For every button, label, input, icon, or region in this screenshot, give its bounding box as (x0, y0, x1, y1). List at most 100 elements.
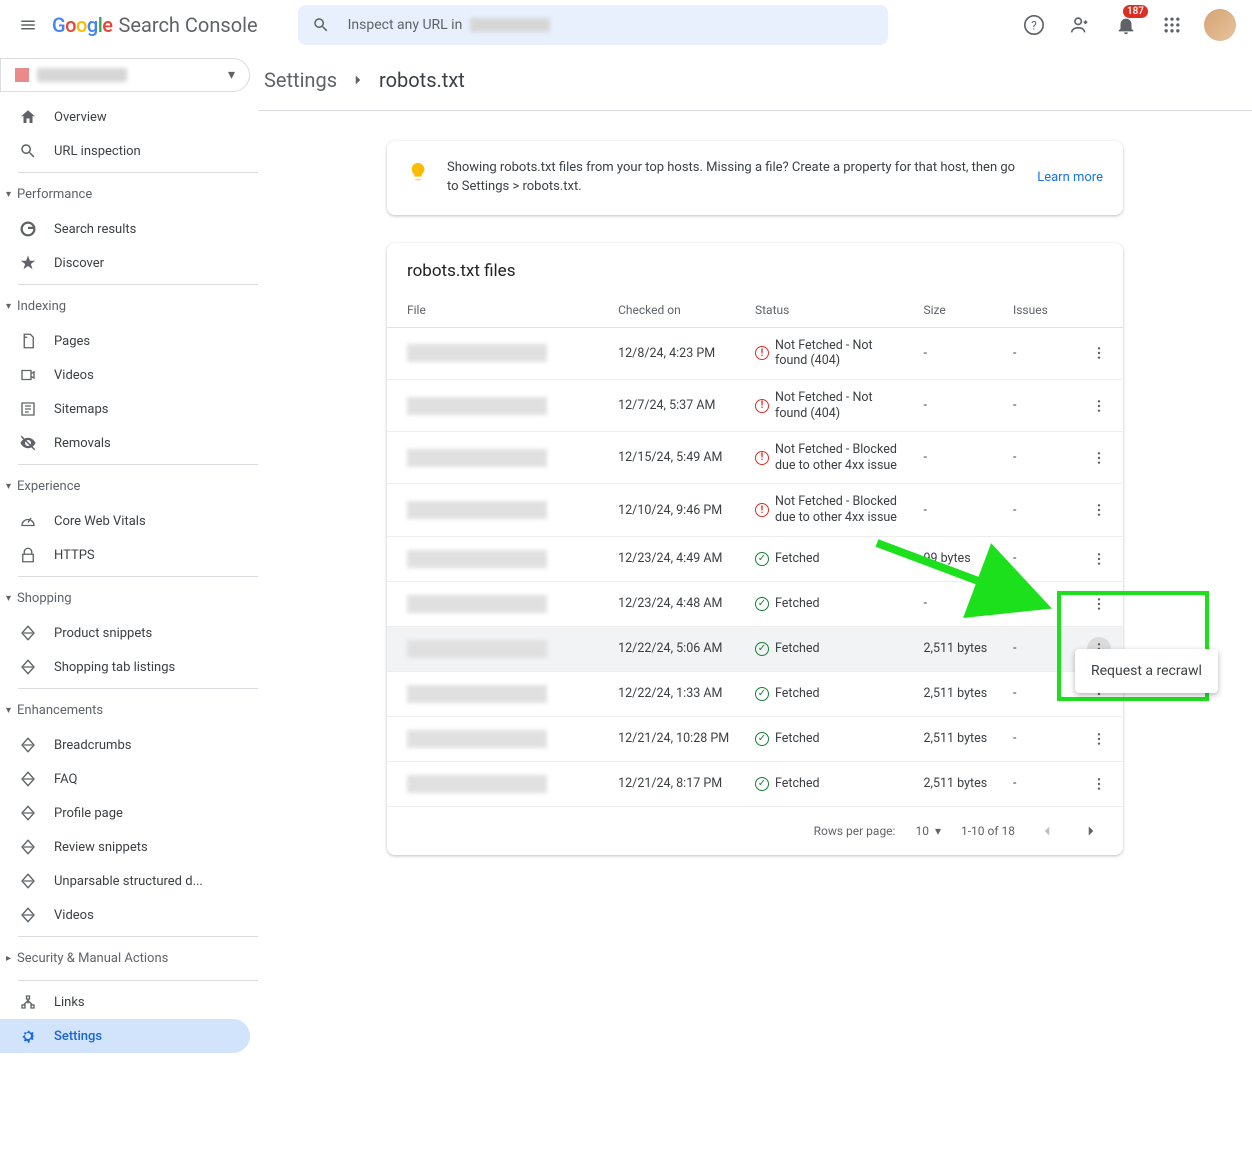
cell-status: ✓Fetched (755, 776, 903, 792)
hamburger-icon (19, 16, 37, 34)
nav-item-label: Links (54, 995, 85, 1010)
more-vert-icon (1091, 398, 1107, 414)
nav-item-label: Search results (54, 222, 136, 237)
nav-item-label: Overview (54, 110, 107, 125)
nav-item-profile-page[interactable]: Profile page (0, 796, 250, 830)
nav-item-label: Shopping tab listings (54, 660, 175, 675)
url-inspect-search[interactable]: Inspect any URL in (298, 5, 888, 45)
next-page[interactable] (1079, 819, 1103, 843)
nav-section-shopping[interactable]: ▾Shopping (0, 581, 258, 616)
redacted-file (407, 550, 547, 568)
pagination: Rows per page: 10 ▾ 1-10 of 18 (387, 807, 1123, 855)
sitemap-icon (18, 400, 38, 418)
cell-issues: - (1003, 671, 1077, 716)
row-more-button[interactable] (1087, 772, 1111, 796)
table-row[interactable]: 12/23/24, 4:48 AM✓Fetched-- (387, 581, 1123, 626)
col-size[interactable]: Size (913, 293, 1002, 328)
col-file[interactable]: File (387, 293, 608, 328)
diamond-icon (18, 906, 38, 924)
row-more-button[interactable] (1087, 547, 1111, 571)
cell-checked: 12/22/24, 1:33 AM (608, 671, 745, 716)
table-row[interactable]: 12/22/24, 1:33 AM✓Fetched2,511 bytes- (387, 671, 1123, 716)
apps-button[interactable] (1158, 11, 1186, 39)
rows-per-page-select[interactable]: 10 ▾ (915, 824, 941, 838)
learn-more-link[interactable]: Learn more (1037, 170, 1103, 185)
nav-item-removals[interactable]: Removals (0, 426, 250, 460)
logo[interactable]: Google Search Console (52, 13, 258, 37)
nav-item-https[interactable]: HTTPS (0, 538, 250, 572)
table-row[interactable]: 12/21/24, 10:28 PM✓Fetched2,511 bytes- (387, 716, 1123, 761)
nav-item-label: Core Web Vitals (54, 514, 146, 529)
nav-item-label: Profile page (54, 806, 123, 821)
nav-item-videos[interactable]: Videos (0, 898, 250, 932)
nav-item-product-snippets[interactable]: Product snippets (0, 616, 250, 650)
table-row[interactable]: 12/10/24, 9:46 PM!Not Fetched - Blocked … (387, 484, 1123, 536)
row-more-button[interactable] (1087, 341, 1111, 365)
nav-item-label: Videos (54, 368, 94, 383)
nav-item-review-snippets[interactable]: Review snippets (0, 830, 250, 864)
home-icon (18, 108, 38, 126)
row-more-button[interactable] (1087, 446, 1111, 470)
sidebar: ▾ Overview URL inspection ▾Performance Sear… (0, 50, 258, 1174)
nav-item-links[interactable]: Links (0, 985, 250, 1019)
cell-issues: - (1003, 581, 1077, 626)
row-more-button[interactable] (1087, 394, 1111, 418)
account-avatar[interactable] (1204, 9, 1236, 41)
table-row[interactable]: 12/8/24, 4:23 PM!Not Fetched - Not found… (387, 327, 1123, 379)
table-row[interactable]: 12/15/24, 5:49 AM!Not Fetched - Blocked … (387, 432, 1123, 484)
nav-item-faq[interactable]: FAQ (0, 762, 250, 796)
table-row[interactable]: 12/21/24, 8:17 PM✓Fetched2,511 bytes- (387, 761, 1123, 806)
more-vert-icon (1091, 596, 1107, 612)
col-checked[interactable]: Checked on (608, 293, 745, 328)
breadcrumb-settings[interactable]: Settings (264, 68, 337, 92)
nav-item-label: Breadcrumbs (54, 738, 131, 753)
breadcrumb-current: robots.txt (379, 68, 465, 92)
nav-item-videos[interactable]: Videos (0, 358, 250, 392)
nav-item-url-inspection[interactable]: URL inspection (0, 134, 250, 168)
cell-issues: - (1003, 379, 1077, 431)
diamond-icon (18, 658, 38, 676)
cell-size: 2,511 bytes (913, 716, 1002, 761)
gear-icon (18, 1027, 38, 1045)
help-button[interactable]: ? (1020, 11, 1048, 39)
redacted-file (407, 685, 547, 703)
col-issues[interactable]: Issues (1003, 293, 1077, 328)
nav-item-unparsable-structured-d-[interactable]: Unparsable structured d... (0, 864, 250, 898)
search-icon (312, 16, 330, 34)
nav-item-pages[interactable]: Pages (0, 324, 250, 358)
users-button[interactable] (1066, 11, 1094, 39)
table-row[interactable]: 12/7/24, 5:37 AM!Not Fetched - Not found… (387, 379, 1123, 431)
nav-section-performance[interactable]: ▾Performance (0, 177, 258, 212)
diamond-icon (18, 624, 38, 642)
nav-section-experience[interactable]: ▾Experience (0, 469, 258, 504)
menu-button[interactable] (16, 13, 40, 37)
row-more-button[interactable] (1087, 727, 1111, 751)
nav-item-search-results[interactable]: Search results (0, 212, 250, 246)
property-selector[interactable]: ▾ (0, 58, 250, 92)
rows-per-page-label: Rows per page: (814, 824, 896, 838)
recrawl-popup[interactable]: Request a recrawl (1075, 649, 1218, 693)
prev-page[interactable] (1035, 819, 1059, 843)
nav-section-indexing[interactable]: ▾Indexing (0, 289, 258, 324)
nav-item-sitemaps[interactable]: Sitemaps (0, 392, 250, 426)
row-more-button[interactable] (1087, 498, 1111, 522)
nav-item-label: Pages (54, 334, 90, 349)
nav-item-discover[interactable]: Discover (0, 246, 250, 280)
nav-item-breadcrumbs[interactable]: Breadcrumbs (0, 728, 250, 762)
notification-badge: 187 (1123, 5, 1148, 18)
table-row[interactable]: 12/22/24, 5:06 AM✓Fetched2,511 bytes- (387, 626, 1123, 671)
cell-size: - (913, 581, 1002, 626)
info-text: Showing robots.txt files from your top h… (447, 159, 1019, 197)
cell-checked: 12/22/24, 5:06 AM (608, 626, 745, 671)
nav-item-overview[interactable]: Overview (0, 100, 250, 134)
notifications-button[interactable]: 187 (1112, 11, 1140, 39)
nav-item-core-web-vitals[interactable]: Core Web Vitals (0, 504, 250, 538)
nav-item-shopping-tab-listings[interactable]: Shopping tab listings (0, 650, 250, 684)
col-status[interactable]: Status (745, 293, 913, 328)
row-more-button[interactable] (1087, 592, 1111, 616)
cell-checked: 12/7/24, 5:37 AM (608, 379, 745, 431)
nav-section-enhancements[interactable]: ▾Enhancements (0, 693, 258, 728)
table-row[interactable]: 12/23/24, 4:49 AM✓Fetched99 bytes- (387, 536, 1123, 581)
nav-section-security-manual-actions[interactable]: ▸Security & Manual Actions (0, 941, 258, 976)
nav-item-settings[interactable]: Settings (0, 1019, 250, 1053)
